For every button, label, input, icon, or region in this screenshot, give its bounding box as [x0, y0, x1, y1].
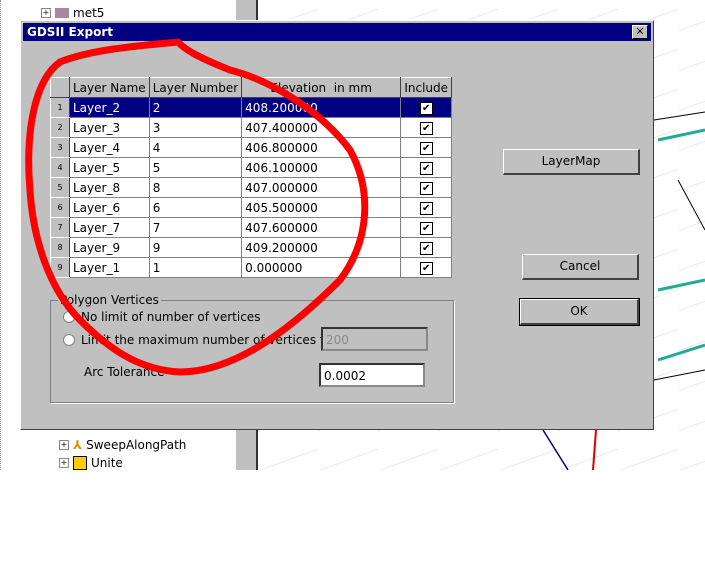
annotation-stroke — [25, 38, 369, 376]
red-annotation-scribble — [25, 38, 369, 376]
